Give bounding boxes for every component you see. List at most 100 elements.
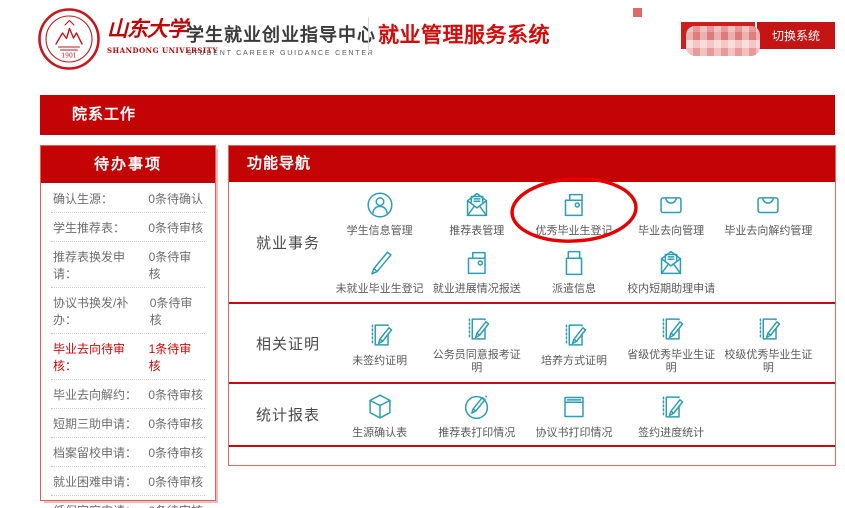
nav-item-label: 未就业毕业生登记 bbox=[336, 283, 424, 296]
inbox-tray-icon bbox=[654, 188, 688, 222]
username-redaction-blur bbox=[686, 26, 760, 56]
nav-item[interactable]: 推荐表管理 bbox=[428, 184, 525, 242]
nav-item-label: 协议书打印情况 bbox=[535, 427, 612, 440]
function-section: 统计报表生源确认表 推荐表打印情况 协议书打印情况 签约进度统计 bbox=[229, 384, 835, 447]
todo-item[interactable]: 推荐表换发申请：0条待审核 bbox=[51, 242, 205, 288]
cabinet-icon bbox=[557, 246, 591, 280]
nav-item-label: 优秀毕业生登记 bbox=[535, 225, 612, 238]
nav-item[interactable]: 校内短期助理申请 bbox=[623, 242, 720, 300]
wallet-icon bbox=[557, 188, 591, 222]
nav-item[interactable]: 毕业去向解约管理 bbox=[720, 184, 817, 242]
page-title: 院系工作 bbox=[72, 95, 835, 135]
todo-item-label: 短期三助申请： bbox=[53, 415, 137, 432]
todo-item-count: 0条待审核 bbox=[150, 294, 203, 328]
section-name: 就业事务 bbox=[229, 182, 331, 302]
section-grid: 未签约证明 公务员同意报考证明 培养方式证明 省级优秀毕业生证明 校级优秀毕业生… bbox=[331, 304, 835, 382]
nav-item-label: 签约进度统计 bbox=[638, 427, 704, 440]
nav-item-label: 学生信息管理 bbox=[347, 225, 413, 238]
todo-item[interactable]: 毕业去向解约： 0条待审核 bbox=[51, 380, 205, 409]
nav-item[interactable]: 推荐表打印情况 bbox=[428, 386, 525, 443]
nav-item-label: 就业进展情况报送 bbox=[433, 283, 521, 296]
nav-item[interactable]: 派遣信息 bbox=[525, 242, 622, 300]
todo-item[interactable]: 协议书换发/补办：0条待审核 bbox=[51, 288, 205, 334]
university-seal-logo: 1901 bbox=[37, 7, 101, 71]
nav-item[interactable]: 未签约证明 bbox=[331, 306, 428, 380]
todo-item-label: 就业困难申请： bbox=[53, 473, 137, 490]
todo-item-count: 1条待审核 bbox=[149, 340, 203, 374]
todo-item-label: 低保家庭申请： bbox=[53, 502, 137, 508]
todo-item[interactable]: 档案留校申请：0条待审核 bbox=[51, 438, 205, 467]
doc-pencil-icon bbox=[751, 312, 785, 346]
nav-item[interactable]: 省级优秀毕业生证明 bbox=[623, 306, 720, 380]
todo-item-count: 0条待审核 bbox=[149, 248, 203, 282]
grid-row: 学生信息管理 推荐表管理 优秀毕业生登记 毕业去向管理 毕业去向解约管理 bbox=[331, 184, 817, 242]
wallet-icon bbox=[460, 246, 494, 280]
doc-pencil-icon bbox=[363, 318, 397, 352]
grid-row: 生源确认表 推荐表打印情况 协议书打印情况 签约进度统计 bbox=[331, 386, 817, 443]
pen-icon bbox=[363, 246, 397, 280]
mail-open-icon bbox=[654, 246, 688, 280]
nav-item[interactable]: 签约进度统计 bbox=[623, 386, 720, 443]
nav-item[interactable]: 优秀毕业生登记 bbox=[525, 184, 622, 242]
nav-item-label: 校级优秀毕业生证明 bbox=[722, 349, 815, 375]
nav-item-label: 生源确认表 bbox=[352, 427, 407, 440]
todo-item-count: 0条待审核 bbox=[148, 386, 203, 403]
doc-pencil-icon bbox=[654, 312, 688, 346]
page: 1901 山东大学 SHANDONG UNIVERSITY 学生就业创业指导中心… bbox=[0, 0, 845, 508]
system-title: 就业管理服务系统 bbox=[378, 19, 550, 49]
header-divider bbox=[368, 17, 369, 53]
nav-item-label: 派遣信息 bbox=[552, 283, 596, 296]
redaction-stray-pixel bbox=[633, 8, 642, 17]
nav-item-label: 毕业去向管理 bbox=[638, 225, 704, 238]
cube-icon bbox=[363, 390, 397, 424]
nav-item[interactable]: 公务员同意报考证明 bbox=[428, 306, 525, 380]
todo-item-count: 0条待审核 bbox=[148, 473, 203, 490]
todo-item-label: 确认生源： bbox=[53, 190, 113, 207]
todo-item-label: 档案留校申请： bbox=[53, 444, 137, 461]
todo-item[interactable]: 就业困难申请： 0条待审核 bbox=[51, 467, 205, 496]
doc-pencil-icon bbox=[460, 312, 494, 346]
doc-pencil-icon bbox=[557, 318, 591, 352]
todo-item[interactable]: 确认生源： 0条待确认 bbox=[51, 184, 205, 213]
nav-item-label: 推荐表管理 bbox=[449, 225, 504, 238]
function-nav-title: 功能导航 bbox=[229, 146, 835, 182]
nav-item-label: 校内短期助理申请 bbox=[627, 283, 715, 296]
nav-item-label: 培养方式证明 bbox=[541, 355, 607, 368]
mail-open-icon bbox=[460, 188, 494, 222]
section-name: 统计报表 bbox=[229, 384, 331, 445]
todo-item-count: 0条待确认 bbox=[148, 190, 203, 207]
nav-item[interactable]: 学生信息管理 bbox=[331, 184, 428, 242]
function-nav-panel: 功能导航 就业事务 学生信息管理 推荐表管理 优秀毕业生登记 毕业去向管理 毕业去向… bbox=[228, 145, 836, 466]
nav-item[interactable]: 未就业毕业生登记 bbox=[331, 242, 428, 300]
nav-item-label: 毕业去向解约管理 bbox=[724, 225, 812, 238]
nav-item[interactable]: 培养方式证明 bbox=[525, 306, 622, 380]
todo-item[interactable]: 学生推荐表：0条待审核 bbox=[51, 213, 205, 242]
todo-list: 确认生源：0条待确认学生推荐表：0条待审核推荐表换发申请：0条待审核协议书换发/… bbox=[41, 183, 215, 508]
todo-item-count: 0条待审核 bbox=[148, 415, 203, 432]
todo-item[interactable]: 低保家庭申请： 0条待审核 bbox=[51, 496, 205, 508]
todo-item-count: 0条待审核 bbox=[148, 219, 203, 236]
nav-item[interactable]: 协议书打印情况 bbox=[525, 386, 622, 443]
todo-item-label: 毕业去向解约： bbox=[53, 386, 137, 403]
todo-item-count: 0条待审核 bbox=[148, 502, 203, 508]
todo-item[interactable]: 短期三助申请： 0条待审核 bbox=[51, 409, 205, 438]
switch-system-button[interactable]: 切换系统 bbox=[757, 22, 835, 49]
nav-item-label: 省级优秀毕业生证明 bbox=[625, 349, 718, 375]
todo-item-label: 毕业去向待审核： bbox=[53, 340, 149, 374]
todo-item-label: 协议书换发/补办： bbox=[53, 294, 150, 328]
nav-item[interactable]: 校级优秀毕业生证明 bbox=[720, 306, 817, 380]
nav-item-label: 未签约证明 bbox=[352, 355, 407, 368]
pencil-circle-icon bbox=[460, 390, 494, 424]
function-section: 相关证明 未签约证明 公务员同意报考证明 培养方式证明 省级优秀毕业生证明 校级… bbox=[229, 304, 835, 384]
nav-item[interactable]: 就业进展情况报送 bbox=[428, 242, 525, 300]
grid-row: 未签约证明 公务员同意报考证明 培养方式证明 省级优秀毕业生证明 校级优秀毕业生… bbox=[331, 306, 817, 380]
todo-item[interactable]: 毕业去向待审核：1条待审核 bbox=[51, 334, 205, 380]
panel-box-icon bbox=[557, 390, 591, 424]
nav-item[interactable]: 生源确认表 bbox=[331, 386, 428, 443]
nav-item[interactable]: 毕业去向管理 bbox=[623, 184, 720, 242]
section-grid: 学生信息管理 推荐表管理 优秀毕业生登记 毕业去向管理 毕业去向解约管理未就业毕业生… bbox=[331, 182, 835, 302]
nav-item-label: 推荐表打印情况 bbox=[438, 427, 515, 440]
section-navbar: 院系工作 bbox=[40, 95, 835, 135]
function-section: 就业事务 学生信息管理 推荐表管理 优秀毕业生登记 毕业去向管理 毕业去向解约管理未… bbox=[229, 182, 835, 304]
career-center-name-en: STUDENT CAREER GUIDANCE CENTER bbox=[187, 50, 375, 57]
